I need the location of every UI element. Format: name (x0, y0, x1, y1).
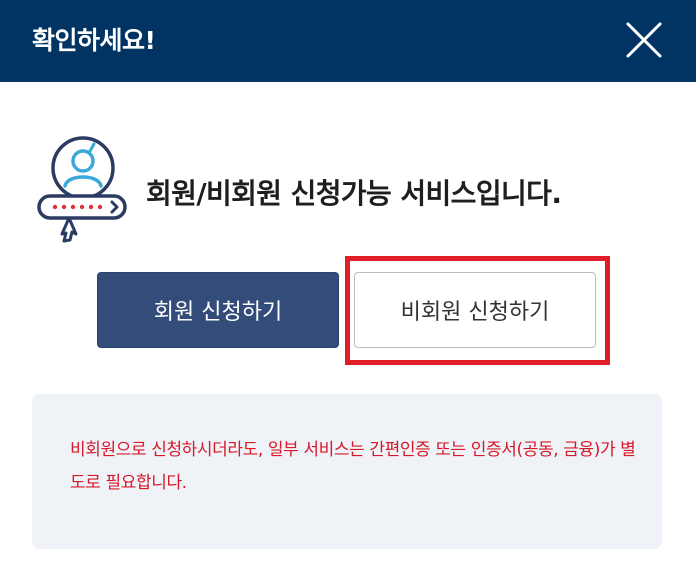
info-notice-text: 비회원으로 신청하시더라도, 일부 서비스는 간편인증 또는 인증서(공동, 금… (70, 440, 636, 493)
dialog-header: 확인하세요! (0, 0, 696, 82)
notice-message: 회원/비회원 신청가능 서비스입니다. (146, 177, 562, 210)
member-login-icon (37, 136, 127, 243)
nonmember-apply-button[interactable]: 비회원 신청하기 (354, 272, 596, 348)
dialog-title: 확인하세요! (32, 26, 156, 55)
close-icon (626, 22, 662, 58)
notice-row: 회원/비회원 신청가능 서비스입니다. (28, 134, 678, 244)
info-box: 비회원으로 신청하시더라도, 일부 서비스는 간편인증 또는 인증서(공동, 금… (32, 394, 662, 549)
member-apply-button[interactable]: 회원 신청하기 (97, 272, 339, 348)
close-button[interactable] (620, 16, 668, 64)
